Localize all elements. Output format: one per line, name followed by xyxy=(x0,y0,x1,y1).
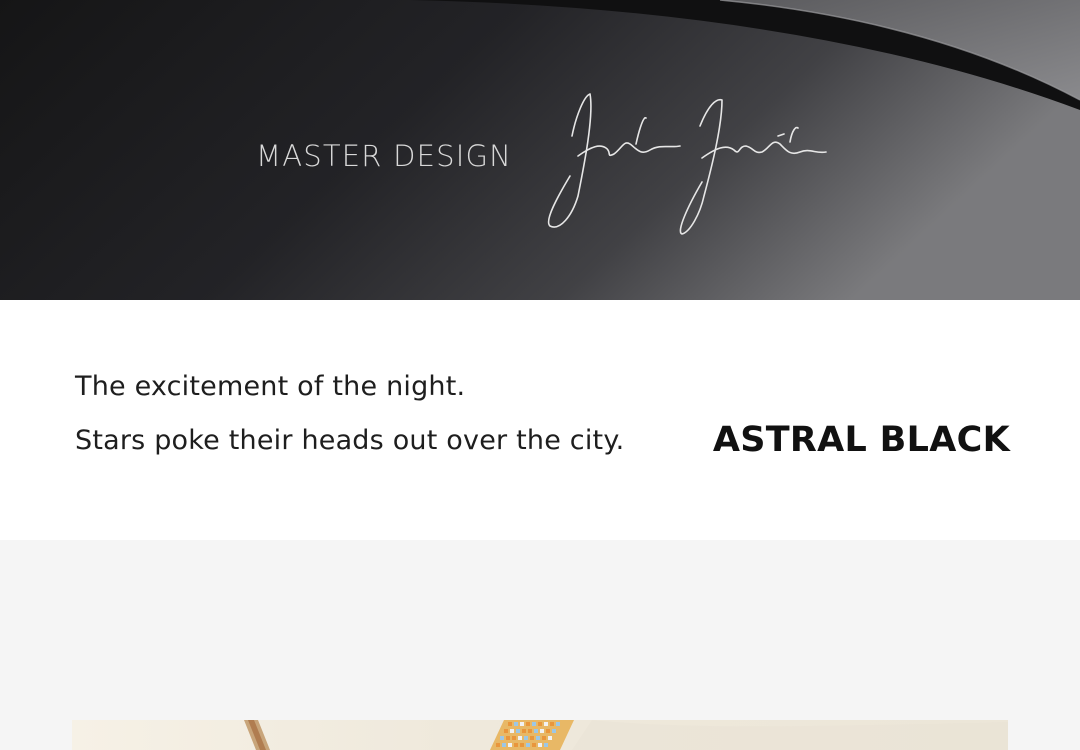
tagline-section: The excitement of the night. Stars poke … xyxy=(0,300,1080,540)
tagline-line-1: The excitement of the night. xyxy=(75,371,466,402)
tagline-line-2: Stars poke their heads out over the city… xyxy=(75,425,625,456)
product-image xyxy=(72,720,1008,750)
leather-product-icon xyxy=(244,720,1008,750)
hero-banner: MASTER DESIGN xyxy=(0,0,1080,300)
hero-title: MASTER DESIGN xyxy=(256,139,513,173)
product-name-heading: ASTRAL BLACK xyxy=(712,420,1010,460)
product-showcase-section xyxy=(0,540,1080,750)
signature-icon xyxy=(547,93,827,235)
